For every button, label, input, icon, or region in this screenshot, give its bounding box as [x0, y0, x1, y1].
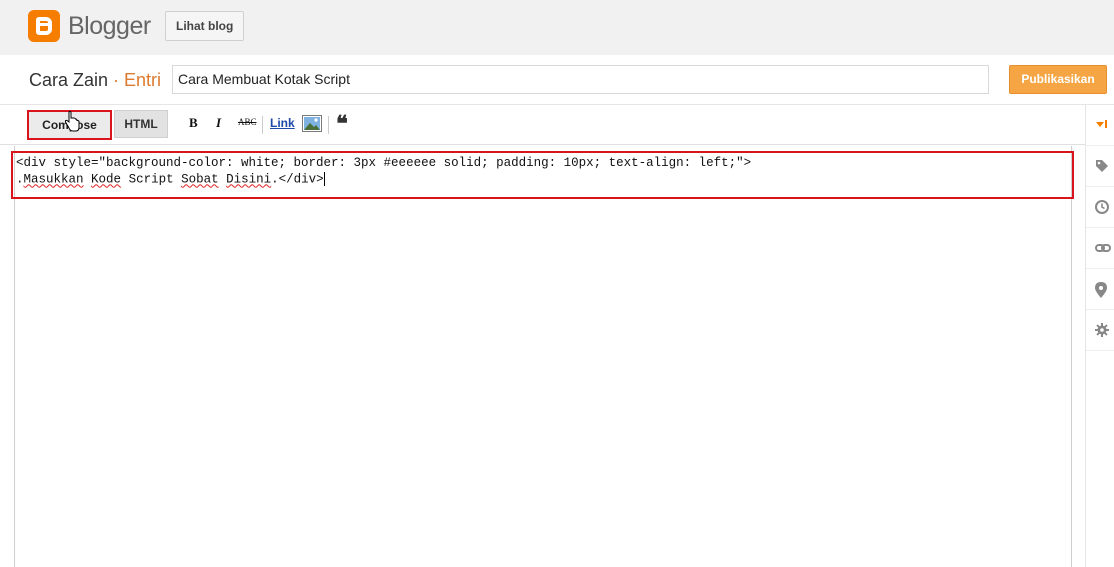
link-button[interactable]: Link: [270, 116, 295, 130]
post-settings-sidebar: [1085, 105, 1114, 567]
editor-toolbar: Compose HTML B I ABC Link ❝: [0, 105, 1085, 145]
html-editor-area[interactable]: [14, 146, 1072, 567]
strikethrough-button[interactable]: ABC: [238, 117, 257, 127]
link-icon: [1095, 244, 1111, 252]
html-mode-button[interactable]: HTML: [114, 110, 168, 138]
breadcrumb-section: Entri: [124, 70, 162, 90]
sidebar-toggle[interactable]: [1086, 105, 1114, 146]
sidebar-item-labels[interactable]: [1086, 146, 1114, 187]
code-text: .</div>: [271, 172, 324, 187]
clock-icon: [1095, 200, 1109, 214]
blog-name: Cara Zain: [29, 70, 109, 90]
text-caret: [323, 172, 325, 186]
top-bar: Blogger Lihat blog: [0, 0, 1114, 55]
insert-image-icon[interactable]: [302, 115, 322, 132]
sidebar-item-schedule[interactable]: [1086, 187, 1114, 228]
sidebar-item-options[interactable]: [1086, 310, 1114, 351]
misspelled-word: Kode: [91, 172, 122, 187]
sidebar-item-location[interactable]: [1086, 269, 1114, 310]
toolbar-divider: [262, 116, 263, 134]
tag-icon: [1096, 160, 1108, 172]
code-line[interactable]: .Masukkan Kode Script Sobat Disini.</div…: [16, 172, 325, 186]
location-icon: [1095, 282, 1107, 298]
misspelled-word: Sobat: [181, 172, 219, 187]
gear-icon: [1095, 323, 1109, 337]
breadcrumb-separator: ·: [108, 70, 125, 90]
breadcrumb: Cara Zain · Entri: [29, 70, 161, 91]
bold-button[interactable]: B: [189, 115, 198, 131]
toolbar-divider: [328, 116, 329, 134]
logo-text: Blogger: [68, 11, 151, 40]
misspelled-word: Disini: [226, 172, 272, 187]
sidebar-item-permalink[interactable]: [1086, 228, 1114, 269]
misspelled-word: Masukkan: [23, 172, 84, 187]
code-line[interactable]: <div style="background-color: white; bor…: [16, 156, 751, 170]
hand-cursor-icon: [64, 111, 80, 132]
code-text: Script: [121, 172, 182, 187]
expand-arrow-icon: [1096, 120, 1107, 128]
code-text: .: [16, 172, 24, 187]
publish-button[interactable]: Publikasikan: [1009, 65, 1107, 94]
blogger-logo[interactable]: Blogger: [28, 10, 151, 42]
italic-button[interactable]: I: [216, 115, 221, 131]
quote-button[interactable]: ❝: [336, 111, 348, 137]
post-title-row: Cara Zain · Entri Cara Membuat Kotak Scr…: [0, 55, 1114, 105]
post-title-input[interactable]: Cara Membuat Kotak Script: [172, 65, 989, 94]
blogger-logo-icon: [28, 10, 60, 42]
view-blog-button[interactable]: Lihat blog: [165, 11, 245, 41]
